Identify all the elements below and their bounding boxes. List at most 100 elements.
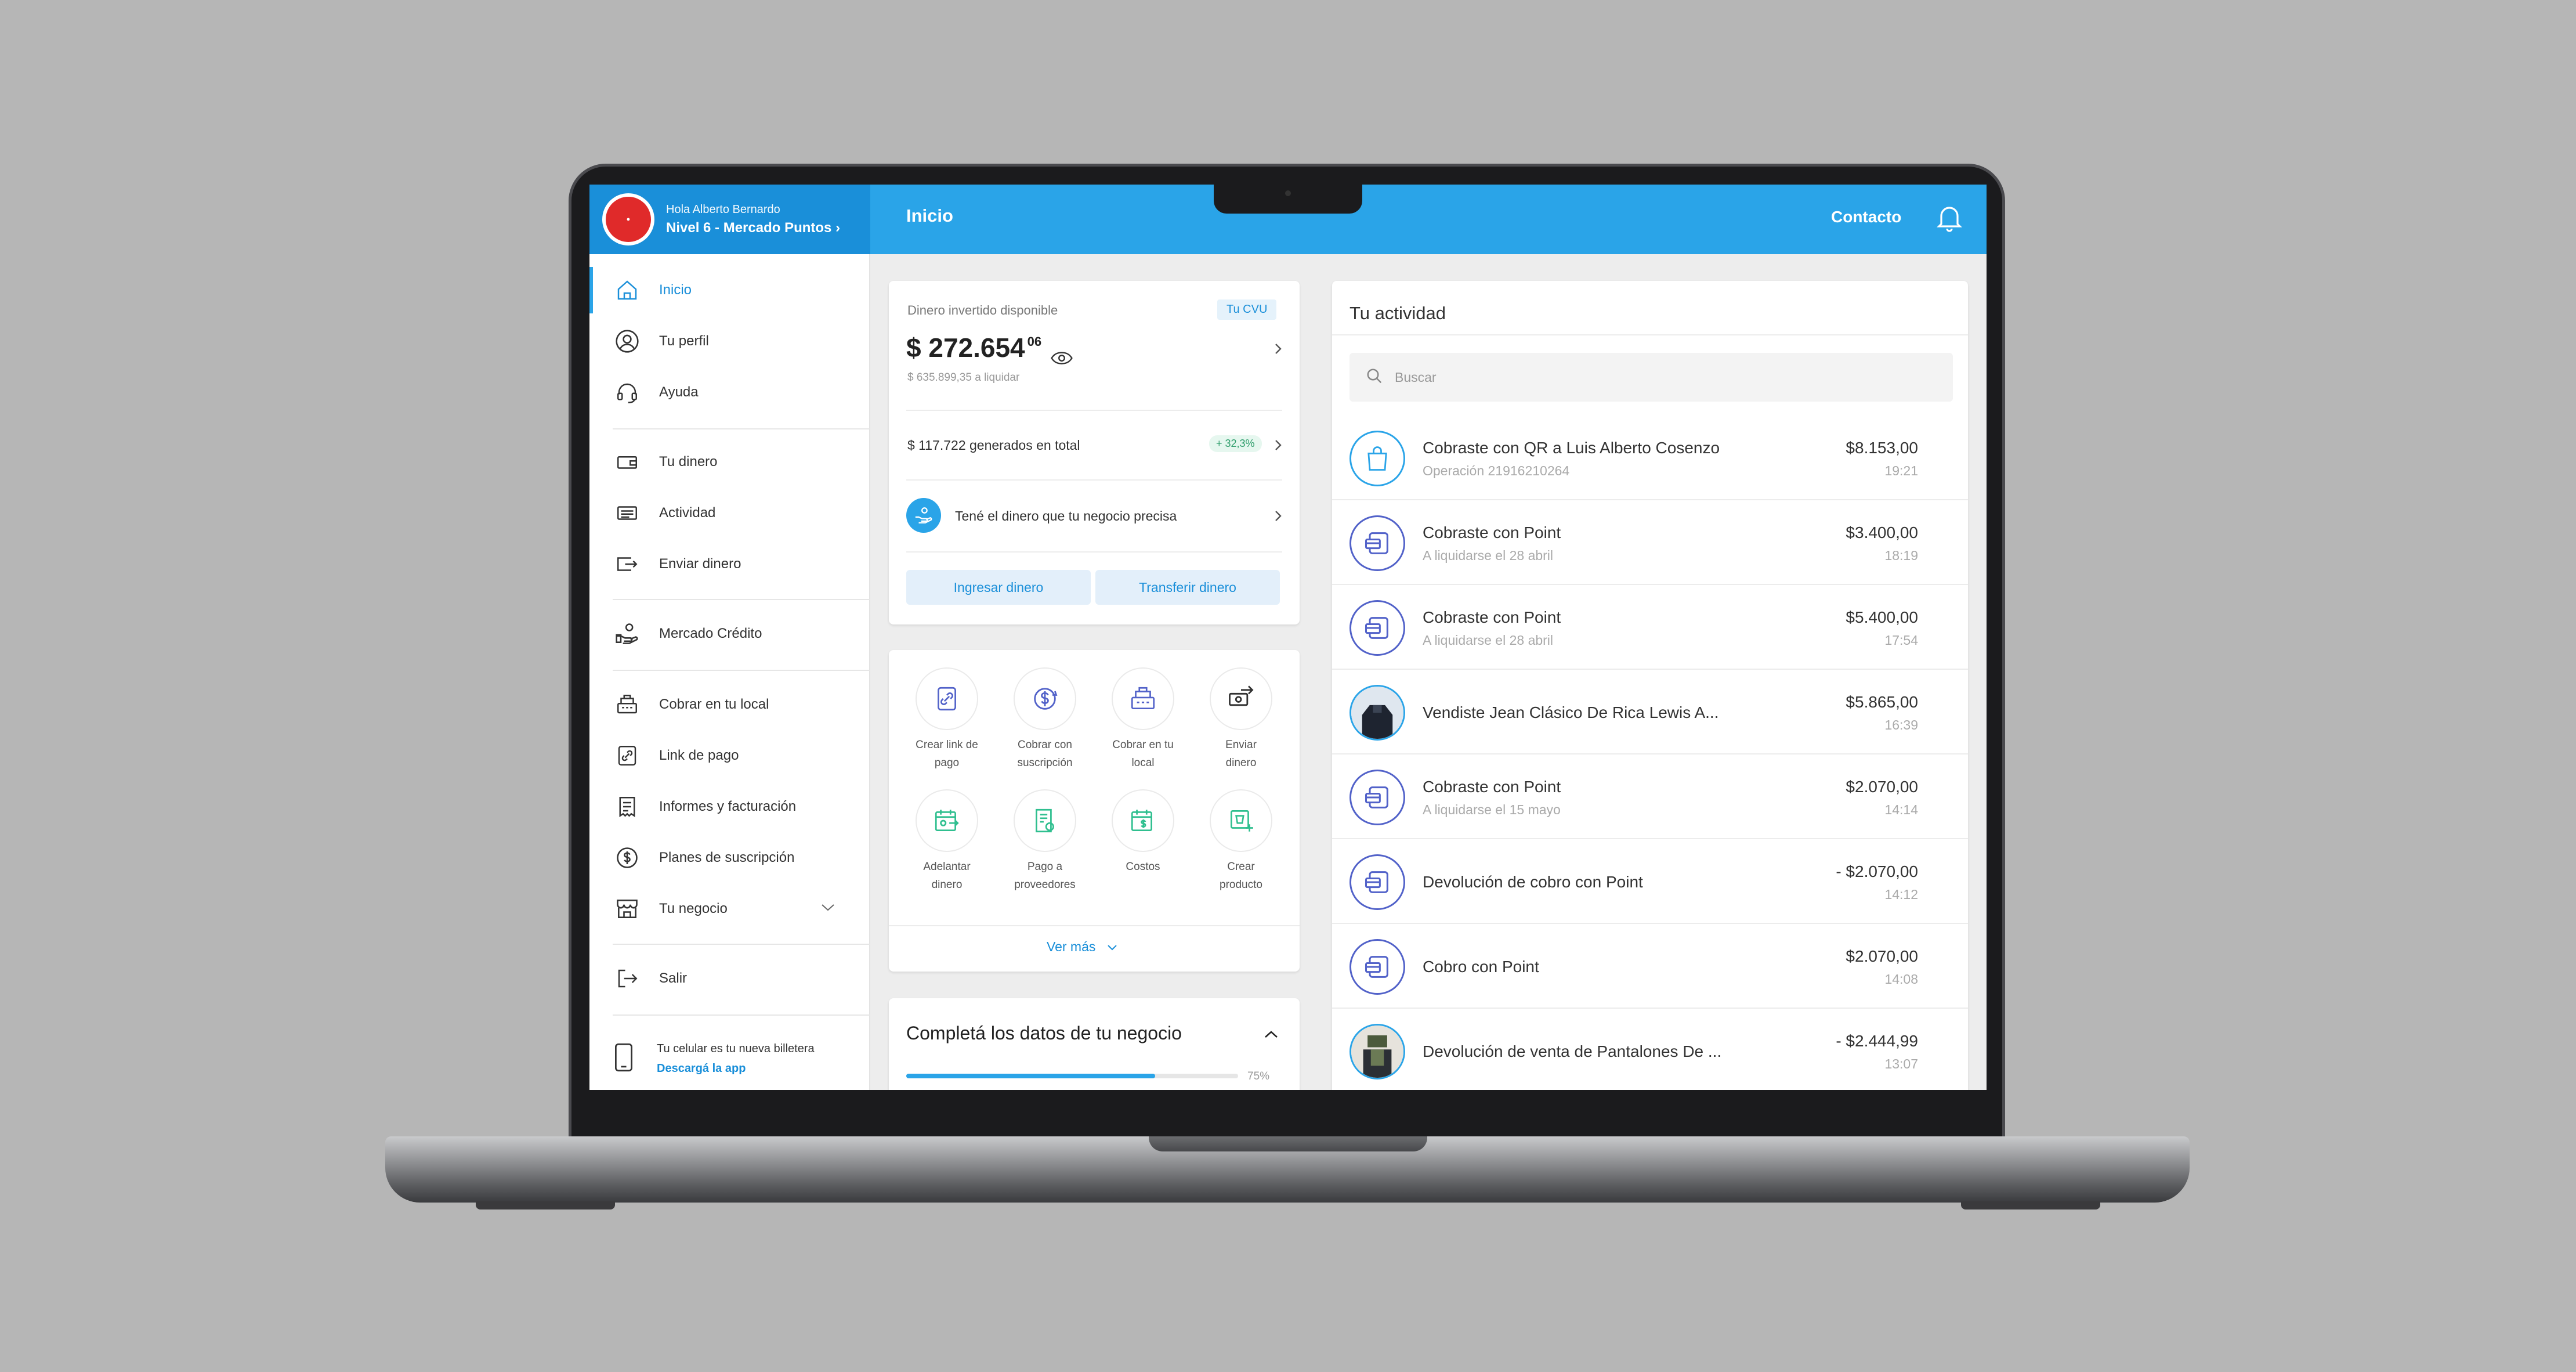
register-icon [614,691,641,718]
quick-action-label: suscripción [1017,757,1073,769]
quick-action-create-product[interactable]: Crear producto [1192,789,1290,894]
balance-cents: 06 [1027,334,1042,349]
quick-action-store-charge[interactable]: Cobrar en tu local [1094,667,1192,772]
transfer-button[interactable]: Transferir dinero [1095,570,1280,605]
activity-amount: $5.400,00 [1846,608,1918,626]
quick-action-label: dinero [931,879,963,891]
business-data-card[interactable]: Completá los datos de tu negocio 75% [889,998,1300,1090]
activity-row[interactable]: Cobraste con Point A liquidarse el 28 abr… [1332,501,1968,585]
money-hand-icon [906,498,941,533]
sidebar-item-label: Planes de suscripción [659,850,795,865]
avatar[interactable]: ● [602,193,654,245]
sidebar-item-salir[interactable]: Salir [589,955,870,1002]
chevron-right-icon[interactable] [1274,342,1282,358]
quick-action-send-money[interactable]: Enviar dinero [1192,667,1290,772]
activity-row[interactable]: Cobraste con Point A liquidarse el 28 abr… [1332,586,1968,670]
activity-time: 13:07 [1884,1056,1918,1071]
chevron-right-icon[interactable] [1274,439,1282,454]
quick-action-subscription[interactable]: Cobrar con suscripción [996,667,1094,772]
sidebar-item-enviar-dinero[interactable]: Enviar dinero [589,541,870,587]
cvu-badge[interactable]: Tu CVU [1217,299,1277,320]
divider [906,410,1282,411]
search-input[interactable]: Buscar [1349,353,1953,402]
sidebar-item-tu-negocio[interactable]: Tu negocio [589,886,870,932]
quick-action-label: Cobrar con [1018,739,1072,751]
user-header[interactable]: ● Hola Alberto Bernardo Nivel 6 - Mercad… [589,185,870,254]
activity-title-text: Devolución de cobro con Point [1423,873,1643,891]
credit-promo-text[interactable]: Tené el dinero que tu negocio precisa [955,508,1177,524]
divider [613,1014,870,1016]
see-more-button[interactable]: Ver más [1047,939,1117,955]
logout-icon [614,965,641,992]
headset-icon [614,379,641,406]
generated-text[interactable]: $ 117.722 generados en total [907,438,1080,453]
activity-subtitle: Operación 21916210264 [1423,463,1570,478]
activity-row[interactable]: Cobraste con QR a Luis Alberto Cosenzo Op… [1332,417,1968,500]
quick-action-create-link[interactable]: Crear link de pago [898,667,996,772]
activity-title-text: Devolución de venta de Pantalones De ... [1423,1042,1722,1060]
receipt-icon [614,793,641,820]
activity-amount: $8.153,00 [1846,439,1918,457]
activity-card: Tu actividad Buscar Cobraste con QR a Lu… [1332,281,1968,1090]
promo-text: Tu celular es tu nueva billetera [657,1042,815,1055]
sidebar-item-label: Link de pago [659,748,739,763]
sidebar-item-label: Tu negocio [659,901,728,916]
bell-icon[interactable] [1935,203,1963,233]
to-settle-text: $ 635.899,35 a liquidar [907,371,1020,384]
deposit-button[interactable]: Ingresar dinero [906,570,1091,605]
quick-action-supplier-payment[interactable]: Pago a proveedores [996,789,1094,894]
activity-subtitle: A liquidarse el 28 abril [1423,633,1554,648]
app-download-promo[interactable]: Tu celular es tu nueva billetera Descarg… [614,1039,815,1078]
card-reader-icon [1349,939,1405,995]
sidebar-item-label: Mercado Crédito [659,626,762,641]
card-reader-icon [1349,854,1405,910]
sidebar-item-ayuda[interactable]: Ayuda [589,369,870,416]
quick-action-advance-money[interactable]: Adelantar dinero [898,789,996,894]
quick-actions-card: Crear link de pago Cobrar con suscripción … [889,650,1300,972]
sidebar-item-tu-perfil[interactable]: Tu perfil [589,318,870,364]
download-app-link[interactable]: Descargá la app [657,1059,815,1078]
sidebar-item-tu-dinero[interactable]: Tu dinero [589,439,870,485]
search-placeholder: Buscar [1395,369,1437,385]
quick-action-label: Adelantar [923,861,971,873]
avatar-logo: ● [606,197,651,242]
sidebar-item-mercado-credito[interactable]: Mercado Crédito [589,611,870,657]
activity-time: 17:54 [1884,633,1918,648]
sidebar-item-actividad[interactable]: Actividad [589,490,870,536]
laptop-foot [476,1201,615,1209]
divider [1332,334,1968,335]
level-link[interactable]: Nivel 6 - Mercado Puntos › [666,220,840,236]
divider [613,944,870,945]
contact-link[interactable]: Contacto [1831,208,1901,226]
laptop-base-notch [1149,1136,1427,1151]
eye-icon[interactable] [1051,340,1073,371]
quick-action-label: Crear [1227,861,1255,873]
activity-row[interactable]: Cobro con Point $2.070,00 14:08 [1332,925,1968,1009]
chevron-down-icon[interactable] [820,903,835,915]
sidebar-item-informes[interactable]: Informes y facturación [589,784,870,830]
divider [906,479,1282,481]
activity-time: 16:39 [1884,717,1918,732]
activity-title: Tu actividad [1349,303,1446,323]
quick-action-label: local [1131,757,1155,769]
register-icon [1112,667,1174,730]
activity-row[interactable]: Devolución de venta de Pantalones De ...… [1332,1010,1968,1090]
sidebar-item-inicio[interactable]: Inicio [589,267,870,313]
quick-action-costs[interactable]: Costos [1094,789,1192,876]
chevron-down-icon [1107,939,1117,954]
progress-bar [906,1074,1238,1078]
sidebar-item-cobrar-en-tu-local[interactable]: Cobrar en tu local [589,681,870,728]
activity-row[interactable]: Vendiste Jean Clásico De Rica Lewis A...… [1332,671,1968,754]
chevron-right-icon[interactable] [1274,510,1282,525]
app-screen: ● Hola Alberto Bernardo Nivel 6 - Mercad… [589,185,1987,1090]
sidebar-item-label: Ayuda [659,384,699,400]
chevron-up-icon[interactable] [1264,1030,1279,1042]
activity-row[interactable]: Cobraste con Point A liquidarse el 15 may… [1332,756,1968,839]
sidebar-item-label: Cobrar en tu local [659,696,769,712]
sidebar-item-planes[interactable]: Planes de suscripción [589,835,870,881]
calendar-money-icon [916,789,978,852]
sidebar-item-label: Informes y facturación [659,799,797,814]
sidebar-item-link-de-pago[interactable]: Link de pago [589,732,870,779]
wallet-icon [614,449,641,475]
activity-row[interactable]: Devolución de cobro con Point - $2.070,00… [1332,840,1968,924]
